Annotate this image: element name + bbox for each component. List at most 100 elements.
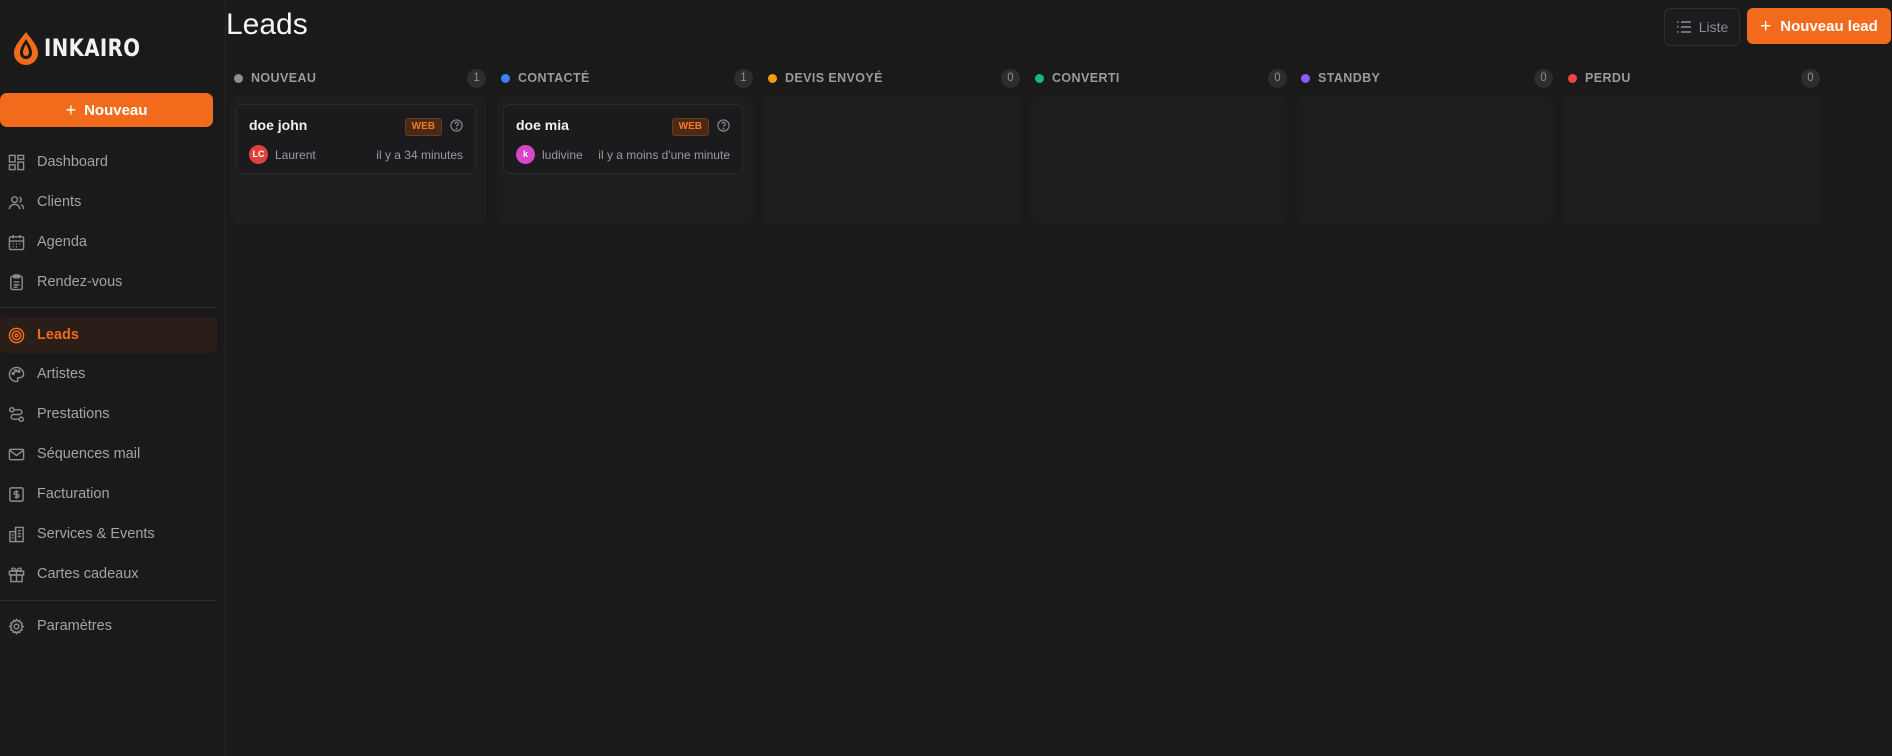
sidebar-item-label: Agenda: [37, 234, 87, 250]
kanban-column-devis-envoye: DEVIS ENVOYÉ 0: [764, 68, 1020, 228]
plus-icon: +: [65, 100, 77, 120]
sidebar-item-label: Prestations: [37, 406, 110, 422]
nouveau-button[interactable]: + Nouveau: [0, 93, 213, 127]
kanban-column-standby: STANDBY 0: [1297, 68, 1553, 228]
users-icon: [8, 196, 25, 210]
column-header: DEVIS ENVOYÉ 0: [764, 68, 1020, 90]
app-logo[interactable]: INKAIRO: [10, 30, 162, 66]
sidebar-item-label: Paramètres: [37, 618, 112, 634]
sidebar-item-services-events[interactable]: Services & Events: [0, 516, 218, 552]
mail-icon: [8, 448, 25, 461]
sidebar-item-leads[interactable]: Leads: [0, 317, 217, 353]
column-title: NOUVEAU: [251, 71, 317, 85]
sidebar-divider: [0, 307, 217, 308]
column-dropzone[interactable]: doe mia WEB k ludivine il y a moins d'un…: [497, 96, 753, 224]
nouveau-lead-button[interactable]: + Nouveau lead: [1747, 8, 1891, 44]
status-dot: [501, 74, 510, 83]
lead-card[interactable]: doe mia WEB k ludivine il y a moins d'un…: [503, 104, 743, 174]
status-dot: [768, 74, 777, 83]
kanban-column-contacte: CONTACTÉ 1 doe mia WEB k ludivine il y a…: [497, 68, 753, 228]
sidebar-item-sequences-mail[interactable]: Séquences mail: [0, 436, 218, 472]
kanban-column-converti: CONVERTI 0: [1031, 68, 1287, 228]
column-header: PERDU 0: [1564, 68, 1820, 90]
sidebar-item-label: Cartes cadeaux: [37, 566, 139, 582]
status-dot: [234, 74, 243, 83]
column-title: PERDU: [1585, 71, 1631, 85]
column-title: DEVIS ENVOYÉ: [785, 71, 883, 85]
sidebar-item-prestations[interactable]: Prestations: [0, 396, 218, 432]
sidebar-item-label: Dashboard: [37, 154, 108, 170]
lead-timestamp: il y a moins d'une minute: [598, 148, 730, 162]
column-count-badge: 0: [1534, 69, 1553, 88]
invoice-icon: [9, 487, 24, 502]
target-icon: [8, 327, 25, 344]
status-dot: [1568, 74, 1577, 83]
sidebar-item-label: Leads: [37, 327, 79, 343]
column-header: CONTACTÉ 1: [497, 68, 753, 90]
route-icon: [8, 406, 25, 423]
gift-icon: [8, 567, 25, 583]
plus-icon: +: [1760, 15, 1772, 37]
list-view-label: Liste: [1698, 19, 1729, 35]
sidebar-item-clients[interactable]: Clients: [0, 184, 218, 220]
sidebar: INKAIRO + Nouveau Dashboard Clients Agen…: [0, 0, 226, 756]
status-dot: [1035, 74, 1044, 83]
nouveau-button-label: Nouveau: [84, 101, 148, 119]
sidebar-item-label: Clients: [37, 194, 82, 210]
sidebar-item-facturation[interactable]: Facturation: [0, 476, 218, 512]
calendar-icon: [8, 234, 25, 251]
column-dropzone[interactable]: [764, 96, 1020, 224]
column-count-badge: 0: [1801, 69, 1820, 88]
column-dropzone[interactable]: doe john WEB LC Laurent il y a 34 minute…: [230, 96, 486, 224]
sidebar-item-agenda[interactable]: Agenda: [0, 224, 218, 260]
sidebar-item-label: Séquences mail: [37, 446, 141, 462]
column-title: CONTACTÉ: [518, 71, 590, 85]
kanban-column-nouveau: NOUVEAU 1 doe john WEB LC Laurent il y a…: [230, 68, 486, 228]
column-header: CONVERTI 0: [1031, 68, 1287, 90]
palette-icon: [8, 366, 25, 383]
help-icon[interactable]: [717, 119, 730, 132]
status-dot: [1301, 74, 1310, 83]
dashboard-icon: [8, 154, 25, 171]
sidebar-item-label: Facturation: [37, 486, 110, 502]
column-count-badge: 1: [467, 69, 486, 88]
page-title: Leads: [226, 8, 308, 41]
column-dropzone[interactable]: [1031, 96, 1287, 224]
sidebar-item-label: Artistes: [37, 366, 86, 382]
column-title: STANDBY: [1318, 71, 1381, 85]
sidebar-item-dashboard[interactable]: Dashboard: [0, 144, 218, 180]
kanban-column-perdu: PERDU 0: [1564, 68, 1820, 228]
source-badge: WEB: [404, 118, 442, 136]
building-icon: [9, 526, 24, 543]
column-count-badge: 0: [1268, 69, 1287, 88]
column-title: CONVERTI: [1052, 71, 1120, 85]
lead-owner: ludivine: [542, 148, 583, 162]
column-count-badge: 1: [734, 69, 753, 88]
sidebar-item-artistes[interactable]: Artistes: [0, 356, 218, 392]
sidebar-divider: [0, 600, 217, 601]
help-icon[interactable]: [450, 119, 463, 132]
sidebar-item-cartes-cadeaux[interactable]: Cartes cadeaux: [0, 556, 218, 592]
column-count-badge: 0: [1001, 69, 1020, 88]
sidebar-item-label: Services & Events: [37, 526, 155, 542]
column-dropzone[interactable]: [1564, 96, 1820, 224]
avatar: k: [516, 145, 535, 164]
list-icon: [1676, 21, 1691, 33]
column-header: NOUVEAU 1: [230, 68, 486, 90]
logo-text: INKAIRO: [44, 34, 141, 62]
column-dropzone[interactable]: [1297, 96, 1553, 224]
column-header: STANDBY 0: [1297, 68, 1553, 90]
clipboard-icon: [10, 274, 23, 291]
lead-name: doe mia: [516, 117, 569, 133]
sidebar-item-label: Rendez-vous: [37, 274, 123, 290]
list-view-button[interactable]: Liste: [1664, 8, 1740, 46]
nouveau-lead-label: Nouveau lead: [1780, 17, 1878, 35]
gear-icon: [8, 618, 25, 635]
source-badge: WEB: [671, 118, 709, 136]
lead-owner: Laurent: [275, 148, 316, 162]
sidebar-item-parametres[interactable]: Paramètres: [0, 608, 218, 644]
lead-name: doe john: [249, 117, 308, 133]
sidebar-item-rendez-vous[interactable]: Rendez-vous: [0, 264, 218, 300]
lead-card[interactable]: doe john WEB LC Laurent il y a 34 minute…: [236, 104, 476, 174]
lead-timestamp: il y a 34 minutes: [376, 148, 463, 162]
